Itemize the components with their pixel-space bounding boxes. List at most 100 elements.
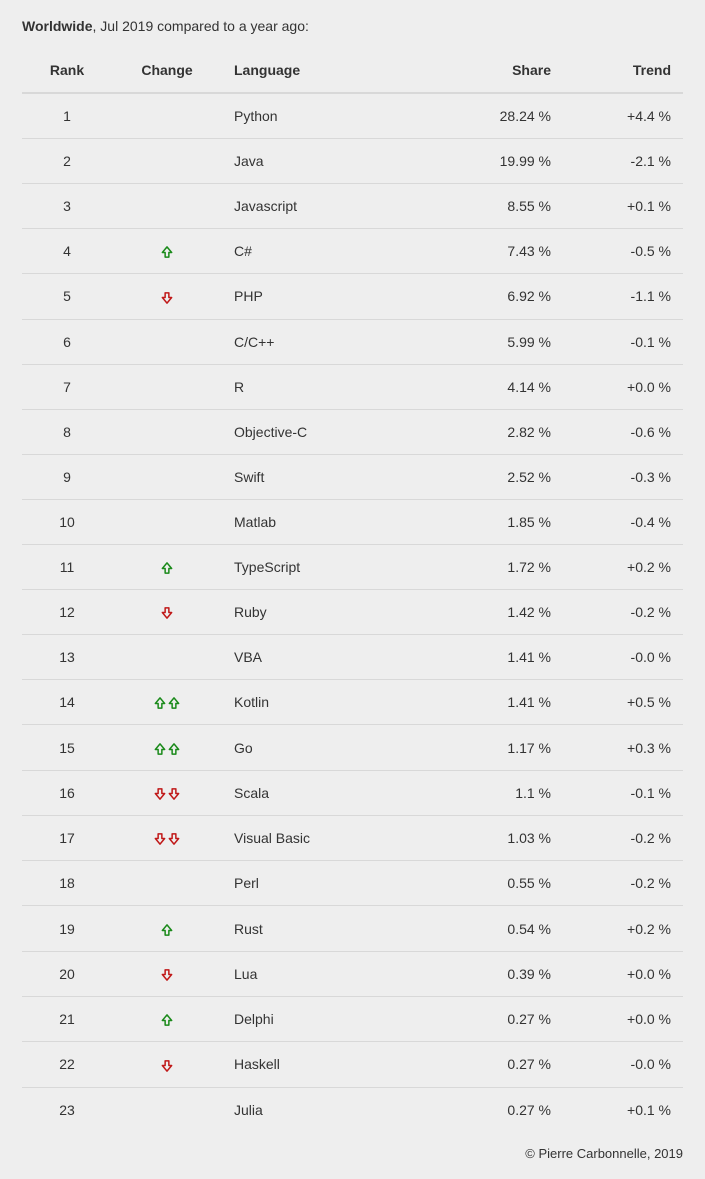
cell-trend: +0.5 % <box>563 680 683 725</box>
arrow-down-icon <box>160 604 174 620</box>
table-row: 5PHP6.92 %-1.1 % <box>22 274 683 319</box>
table-row: 19Rust0.54 %+0.2 % <box>22 906 683 951</box>
cell-language: C/C++ <box>222 319 443 364</box>
cell-change <box>112 1042 222 1087</box>
table-row: 1Python28.24 %+4.4 % <box>22 93 683 139</box>
cell-rank: 20 <box>22 951 112 996</box>
cell-rank: 15 <box>22 725 112 770</box>
arrow-up-icon <box>160 1011 174 1027</box>
table-row: 10 Matlab1.85 %-0.4 % <box>22 499 683 544</box>
cell-rank: 7 <box>22 364 112 409</box>
cell-trend: +0.0 % <box>563 996 683 1041</box>
cell-trend: -0.5 % <box>563 229 683 274</box>
cell-share: 0.27 % <box>443 1087 563 1132</box>
table-row: 17Visual Basic1.03 %-0.2 % <box>22 816 683 861</box>
cell-rank: 8 <box>22 409 112 454</box>
cell-language: Swift <box>222 454 443 499</box>
cell-language: TypeScript <box>222 544 443 589</box>
cell-share: 1.85 % <box>443 499 563 544</box>
cell-share: 0.27 % <box>443 996 563 1041</box>
cell-language: Delphi <box>222 996 443 1041</box>
cell-change <box>112 364 222 409</box>
arrow-up-icon <box>153 739 167 755</box>
cell-language: Scala <box>222 770 443 815</box>
cell-language: C# <box>222 229 443 274</box>
cell-share: 0.27 % <box>443 1042 563 1087</box>
cell-trend: -0.3 % <box>563 454 683 499</box>
col-rank: Rank <box>22 52 112 93</box>
cell-language: Visual Basic <box>222 816 443 861</box>
cell-rank: 22 <box>22 1042 112 1087</box>
cell-change <box>112 1087 222 1132</box>
cell-language: PHP <box>222 274 443 319</box>
cell-share: 1.42 % <box>443 589 563 634</box>
cell-trend: -0.4 % <box>563 499 683 544</box>
caption-scope: Worldwide <box>22 18 93 34</box>
cell-change <box>112 770 222 815</box>
table-row: 16Scala1.1 %-0.1 % <box>22 770 683 815</box>
cell-change <box>112 319 222 364</box>
cell-rank: 21 <box>22 996 112 1041</box>
cell-change <box>112 589 222 634</box>
col-change: Change <box>112 52 222 93</box>
cell-trend: -0.2 % <box>563 589 683 634</box>
col-language: Language <box>222 52 443 93</box>
cell-change <box>112 409 222 454</box>
cell-change <box>112 544 222 589</box>
cell-share: 1.41 % <box>443 635 563 680</box>
cell-trend: -0.1 % <box>563 770 683 815</box>
table-row: 4C#7.43 %-0.5 % <box>22 229 683 274</box>
cell-trend: +0.1 % <box>563 184 683 229</box>
cell-rank: 3 <box>22 184 112 229</box>
header-row: Rank Change Language Share Trend <box>22 52 683 93</box>
cell-share: 19.99 % <box>443 139 563 184</box>
cell-rank: 17 <box>22 816 112 861</box>
cell-trend: +0.2 % <box>563 544 683 589</box>
cell-change <box>112 906 222 951</box>
col-trend: Trend <box>563 52 683 93</box>
col-share: Share <box>443 52 563 93</box>
table-row: 6C/C++5.99 %-0.1 % <box>22 319 683 364</box>
cell-language: Ruby <box>222 589 443 634</box>
copyright: © Pierre Carbonnelle, 2019 <box>22 1146 683 1161</box>
cell-language: Matlab <box>222 499 443 544</box>
arrow-down-icon <box>153 785 167 801</box>
cell-change <box>112 93 222 139</box>
cell-share: 2.82 % <box>443 409 563 454</box>
arrow-down-icon <box>160 288 174 304</box>
table-row: 12 Ruby1.42 %-0.2 % <box>22 589 683 634</box>
table-row: 3Javascript8.55 %+0.1 % <box>22 184 683 229</box>
cell-trend: +0.2 % <box>563 906 683 951</box>
cell-change <box>112 274 222 319</box>
cell-rank: 12 <box>22 589 112 634</box>
arrow-up-icon <box>160 559 174 575</box>
cell-rank: 6 <box>22 319 112 364</box>
cell-share: 8.55 % <box>443 184 563 229</box>
cell-share: 1.72 % <box>443 544 563 589</box>
cell-share: 28.24 % <box>443 93 563 139</box>
caption-period: , Jul 2019 compared to a year ago: <box>93 18 309 34</box>
cell-change <box>112 680 222 725</box>
cell-rank: 10 <box>22 499 112 544</box>
cell-change <box>112 139 222 184</box>
table-row: 18Perl0.55 %-0.2 % <box>22 861 683 906</box>
cell-trend: +0.1 % <box>563 1087 683 1132</box>
table-row: 20Lua0.39 %+0.0 % <box>22 951 683 996</box>
cell-rank: 2 <box>22 139 112 184</box>
cell-change <box>112 861 222 906</box>
cell-share: 0.54 % <box>443 906 563 951</box>
cell-share: 1.41 % <box>443 680 563 725</box>
arrow-up-icon <box>153 694 167 710</box>
cell-rank: 9 <box>22 454 112 499</box>
cell-trend: +0.0 % <box>563 364 683 409</box>
cell-language: Objective-C <box>222 409 443 454</box>
cell-language: Julia <box>222 1087 443 1132</box>
cell-share: 7.43 % <box>443 229 563 274</box>
table-row: 7R4.14 %+0.0 % <box>22 364 683 409</box>
table-row: 23Julia0.27 %+0.1 % <box>22 1087 683 1132</box>
cell-share: 4.14 % <box>443 364 563 409</box>
cell-trend: -0.2 % <box>563 861 683 906</box>
arrow-up-icon <box>167 694 181 710</box>
cell-language: Python <box>222 93 443 139</box>
cell-change <box>112 951 222 996</box>
